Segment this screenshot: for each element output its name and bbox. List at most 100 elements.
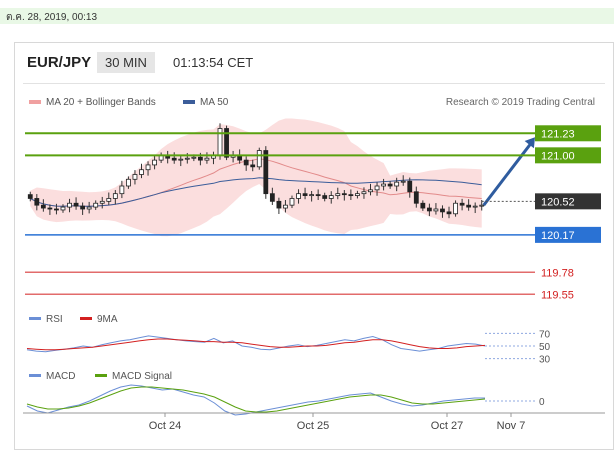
candle-body [263, 150, 269, 195]
candle-body [276, 200, 282, 209]
macd-series-0 [26, 384, 485, 416]
candle-body [433, 208, 439, 212]
x-tick-label-3: Nov 7 [497, 420, 526, 432]
candle-body [315, 194, 321, 197]
candle-body [309, 194, 315, 197]
candle-body [348, 194, 354, 197]
candle-body [328, 195, 334, 199]
candle-body [106, 198, 112, 202]
candle-body [407, 180, 413, 193]
candle-body [374, 185, 380, 191]
candle-body [466, 204, 472, 208]
ma50-legend-label: MA 50 [200, 97, 229, 108]
candle-body [112, 193, 118, 199]
level-label-4: 119.78 [541, 267, 574, 279]
level-label-0: 121.23 [541, 128, 575, 140]
candle-body [440, 208, 445, 213]
forecast-arrow-shaft [482, 142, 533, 207]
candle-body [453, 202, 458, 215]
candle-body [394, 181, 400, 187]
candle-body [86, 206, 92, 210]
macd-legend-swatch [29, 374, 41, 377]
credit-text: Research © 2019 Trading Central [446, 97, 595, 108]
x-tick-label-0: Oct 24 [149, 420, 181, 432]
level-label-3: 120.17 [541, 230, 575, 242]
candle-body [302, 193, 308, 196]
candle-body [420, 202, 426, 209]
chart-svg: MA 20 + Bollinger Bands MA 50 Research ©… [23, 97, 605, 432]
x-axis: Oct 24 Oct 25 Oct 27 Nov 7 [23, 412, 605, 432]
candle-body [184, 157, 190, 160]
rsi-ma-legend-swatch [80, 317, 92, 320]
candle-body [145, 164, 151, 171]
candle-body [152, 159, 157, 166]
candle-body [413, 191, 419, 204]
rsi-tick-label-1: 50 [539, 342, 551, 353]
x-tick-label-1: Oct 25 [297, 420, 329, 432]
candle-body [40, 204, 46, 209]
candle-body [34, 198, 40, 206]
candle-body [139, 169, 144, 175]
rsi-ma-legend-label: 9MA [97, 314, 118, 325]
candle-body [80, 205, 86, 210]
candle-body [341, 193, 347, 196]
macd-signal-legend-swatch [95, 374, 107, 377]
candle-body [381, 183, 386, 187]
candle-body [47, 207, 53, 210]
macd-series-1 [26, 386, 486, 413]
candle-body [250, 164, 256, 168]
candle-body [73, 202, 79, 207]
level-label-2: 120.52 [541, 196, 575, 208]
level-label-5: 119.55 [541, 289, 574, 301]
candle-body [400, 180, 406, 183]
candle-body [99, 200, 105, 204]
candle-body [256, 150, 262, 168]
candle-body [361, 191, 367, 195]
candle-body [197, 156, 203, 161]
date-label: ต.ค. 28, 2019, 00:13 [6, 12, 98, 23]
candle-body [171, 157, 177, 161]
candle-body [178, 158, 184, 161]
candle-body [119, 185, 125, 195]
candle-body [67, 202, 72, 208]
rsi-tick-label-0: 70 [539, 329, 551, 340]
candle-body [191, 156, 197, 159]
candle-body [472, 205, 478, 208]
rsi-legend-swatch [29, 317, 41, 320]
price-chart [27, 118, 535, 237]
rsi-panel: 70 50 30 [26, 329, 551, 366]
candle-body [368, 189, 373, 193]
candle-body [459, 202, 465, 206]
macd-tick-label-0: 0 [539, 397, 545, 408]
candle-body [126, 178, 131, 187]
rsi-series-0 [26, 335, 486, 353]
candle-body [289, 198, 295, 206]
candle-body [243, 159, 249, 166]
chart-panel: EUR/JPY 30 MIN 01:13:54 CET MA 20 + Boll… [14, 42, 614, 450]
bollinger-legend-label: MA 20 + Bollinger Bands [46, 97, 156, 108]
candle-body [27, 194, 33, 199]
candle-body [355, 193, 360, 196]
candle-body [387, 183, 393, 187]
rsi-tick-label-2: 30 [539, 355, 551, 366]
macd-legend-label: MACD [46, 371, 75, 382]
macd-panel: 0 [26, 384, 545, 416]
candle-body [479, 204, 485, 207]
candle-body [93, 202, 99, 208]
rsi-legend-label: RSI [46, 314, 63, 325]
candle-body [60, 206, 66, 211]
candle-body [283, 204, 288, 209]
candle-body [132, 174, 138, 180]
candle-body [426, 207, 432, 212]
candle-body [204, 157, 210, 161]
macd-signal-legend-label: MACD Signal [112, 371, 172, 382]
ma50-legend-swatch [183, 100, 195, 104]
candle-body [269, 193, 275, 202]
candle-body [54, 208, 59, 211]
candle-body [446, 211, 452, 215]
x-tick-label-2: Oct 27 [431, 420, 463, 432]
candle-body [335, 193, 341, 196]
date-bar: ต.ค. 28, 2019, 00:13 [0, 8, 614, 24]
candle-body [322, 195, 328, 199]
bollinger-legend-swatch [29, 100, 41, 104]
